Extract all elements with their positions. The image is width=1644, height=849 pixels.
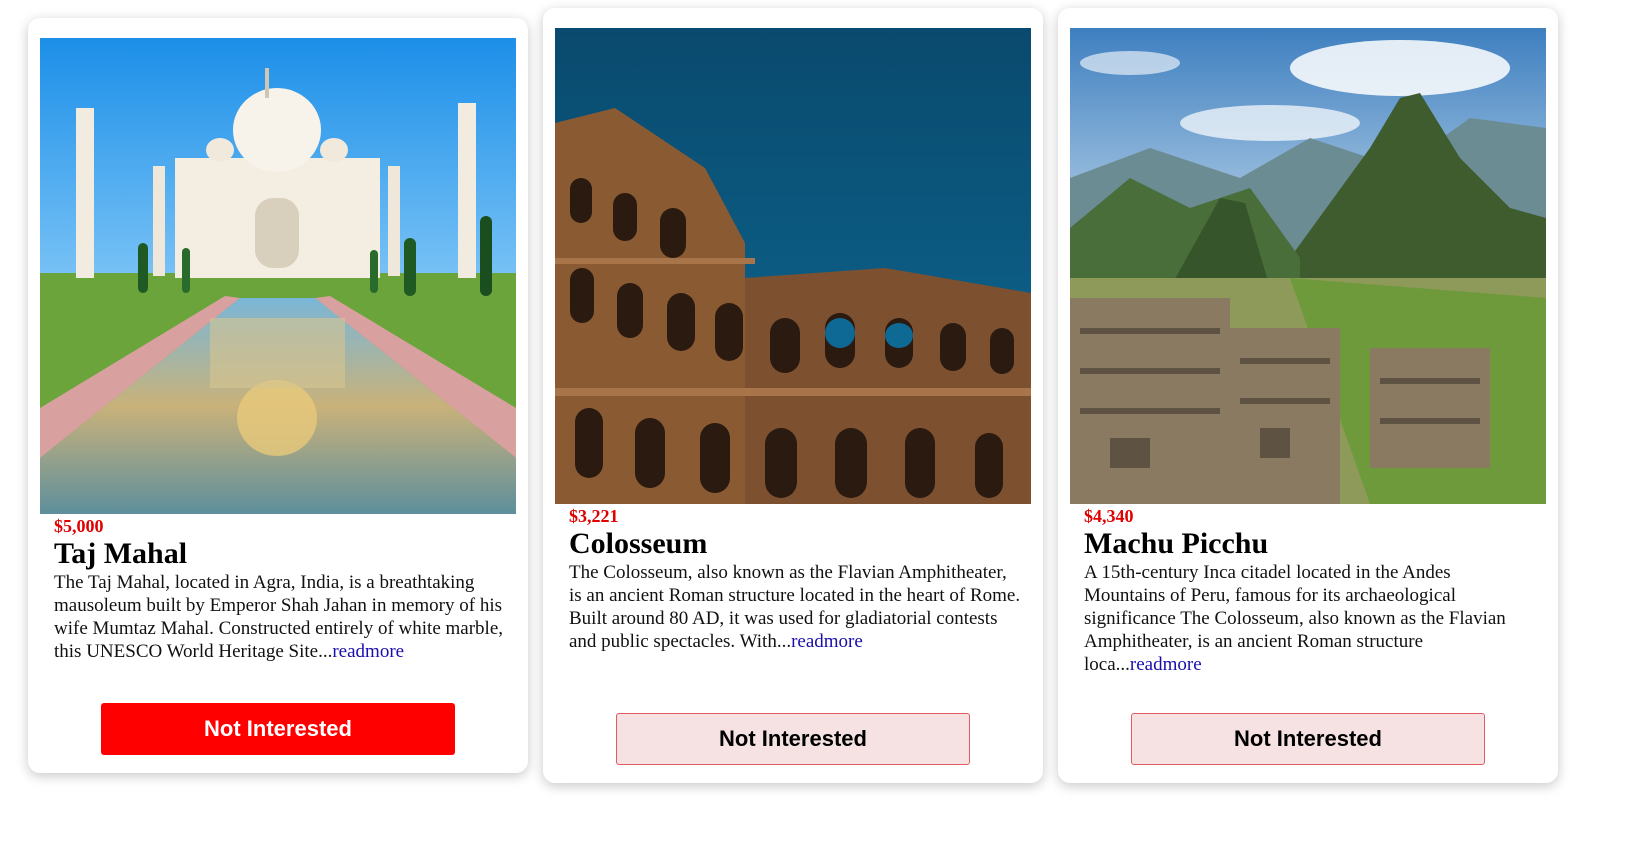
- destination-description: The Colosseum, also known as the Flavian…: [569, 562, 1021, 652]
- not-interested-button[interactable]: Not Interested: [101, 703, 455, 755]
- destination-title: Colosseum: [569, 527, 708, 560]
- card-info: $3,221 Colosseum The Colosseum, also kno…: [569, 505, 1021, 653]
- not-interested-button[interactable]: Not Interested: [616, 713, 970, 765]
- machu-picchu-photo: [1070, 28, 1546, 504]
- not-interested-button[interactable]: Not Interested: [1131, 713, 1485, 765]
- readmore-link[interactable]: readmore: [332, 641, 404, 662]
- card-info: $5,000 Taj Mahal The Taj Mahal, located …: [54, 515, 506, 663]
- taj-mahal-photo: [40, 38, 516, 514]
- destination-title: Machu Picchu: [1084, 527, 1269, 560]
- destination-description: A 15th-century Inca citadel located in t…: [1084, 562, 1506, 675]
- price: $3,221: [569, 506, 619, 526]
- price: $5,000: [54, 516, 104, 536]
- destination-card-colosseum: $3,221 Colosseum The Colosseum, also kno…: [543, 8, 1043, 783]
- destination-card-taj-mahal: $5,000 Taj Mahal The Taj Mahal, located …: [28, 18, 528, 773]
- card-info: $4,340 Machu Picchu A 15th-century Inca …: [1084, 505, 1536, 676]
- destination-description: The Taj Mahal, located in Agra, India, i…: [54, 572, 504, 662]
- price: $4,340: [1084, 506, 1134, 526]
- destination-card-machu-picchu: $4,340 Machu Picchu A 15th-century Inca …: [1058, 8, 1558, 783]
- colosseum-photo: [555, 28, 1031, 504]
- readmore-link[interactable]: readmore: [791, 631, 863, 652]
- readmore-link[interactable]: readmore: [1130, 654, 1202, 675]
- destination-title: Taj Mahal: [54, 537, 188, 570]
